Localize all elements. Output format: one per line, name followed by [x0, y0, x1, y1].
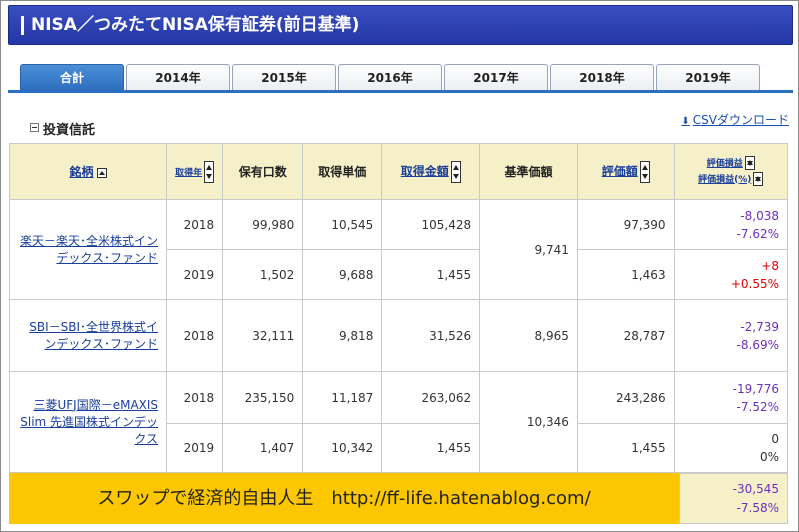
units-cell: 32,111: [222, 299, 304, 372]
total-pl-pct-value: -7.58%: [736, 501, 779, 515]
acq-amount-cell: 31,526: [381, 299, 481, 372]
valuation-cell: 28,787: [576, 299, 675, 372]
col-acq-price: 取得単価: [302, 143, 383, 200]
col-acq-amount: 取得金額: [381, 143, 481, 200]
tab-2019[interactable]: 2019年: [656, 64, 760, 90]
sort-name-link[interactable]: 銘柄: [70, 165, 94, 179]
units-cell: 235,150: [222, 371, 304, 424]
base-price-cell: 8,965: [479, 299, 578, 372]
tab-2015[interactable]: 2015年: [232, 64, 336, 90]
sort-acq-amount-icon[interactable]: [450, 160, 461, 183]
col-name: 銘柄: [8, 143, 168, 200]
table-row: SBI－SBI･全世界株式インデックス･ファンド 2018 32,111 9,8…: [8, 299, 789, 372]
section-title: 投資信託: [43, 123, 96, 138]
year-cell: 2018: [166, 199, 224, 250]
fund-name-link[interactable]: SBI－SBI･全世界株式インデックス･ファンド: [29, 320, 158, 351]
base-price-cell: 9,741: [479, 199, 578, 300]
pl-pct-value: -7.52%: [736, 399, 779, 414]
valuation-cell: 1,455: [576, 423, 675, 473]
acq-amount-cell: 263,062: [381, 371, 481, 424]
section-header: 投資信託: [30, 119, 95, 138]
sort-valuation-link[interactable]: 評価額: [602, 164, 638, 178]
col-pl: 評価損益 評価損益(%): [673, 143, 789, 200]
tab-total[interactable]: 合計: [20, 64, 124, 90]
total-pl-cell: -30,545 -7.58%: [679, 473, 788, 524]
csv-download-link[interactable]: ⬇ CSVダウンロード: [681, 111, 789, 128]
units-cell: 1,407: [222, 423, 304, 473]
fund-name-link[interactable]: 三菱UFJ国際－eMAXIS Slim 先進国株式インデックス: [20, 398, 158, 446]
table-row: 三菱UFJ国際－eMAXIS Slim 先進国株式インデックス 2018 235…: [8, 371, 789, 473]
tab-2018[interactable]: 2018年: [550, 64, 654, 90]
valuation-cell: 243,286: [576, 371, 675, 424]
units-cell: 1,502: [222, 249, 304, 300]
tab-2017[interactable]: 2017年: [444, 64, 548, 90]
tab-2014[interactable]: 2014年: [126, 64, 230, 90]
year-cell: 2019: [166, 249, 224, 300]
col-base-price: 基準価額: [479, 143, 578, 200]
acq-amount-cell: 1,455: [381, 423, 481, 473]
blog-banner: スワップで経済的自由人生 http://ff-life.hatenablog.c…: [9, 473, 679, 524]
units-cell: 99,980: [222, 199, 304, 250]
col-acq-year: 取得年: [166, 143, 224, 200]
holdings-table: 銘柄 取得年 保有口数 取得単価 取得金額 基準価額 評価額 評価損益 評価損益…: [8, 143, 789, 473]
acq-price-cell: 10,545: [302, 199, 383, 250]
pl-pct-value: 0%: [759, 450, 779, 464]
sort-valuation-icon[interactable]: [639, 160, 650, 183]
fund-name-cell: 三菱UFJ国際－eMAXIS Slim 先進国株式インデックス: [8, 371, 168, 473]
sort-acq-amount-link[interactable]: 取得金額: [401, 164, 449, 178]
pl-cell: -2,739 -8.69%: [673, 299, 789, 372]
base-price-cell: 10,346: [479, 371, 578, 473]
fund-name-link[interactable]: 楽天－楽天･全米株式インデックス･ファンド: [20, 234, 158, 265]
sort-year-link[interactable]: 取得年: [175, 168, 202, 178]
fund-name-cell: 楽天－楽天･全米株式インデックス･ファンド: [8, 199, 168, 300]
sort-name-icon[interactable]: [96, 167, 107, 178]
acq-price-cell: 9,688: [302, 249, 383, 300]
csv-download-label: CSVダウンロード: [692, 113, 789, 127]
year-cell: 2018: [166, 299, 224, 372]
pl-pct-value: +0.55%: [730, 276, 779, 291]
year-cell: 2018: [166, 371, 224, 424]
pl-pct-value: -7.62%: [736, 226, 779, 241]
tab-2016[interactable]: 2016年: [338, 64, 442, 90]
sort-pl-pct-icon[interactable]: [753, 172, 764, 186]
pl-cell: -8,038 -7.62%: [673, 199, 789, 250]
pl-pct-value: -8.69%: [736, 337, 779, 352]
sort-year-icon[interactable]: [204, 160, 215, 183]
page-title: NISA／つみたてNISA保有証券(前日基準): [8, 5, 793, 45]
fund-name-cell: SBI－SBI･全世界株式インデックス･ファンド: [8, 299, 168, 372]
acq-amount-cell: 105,428: [381, 199, 481, 250]
col-valuation: 評価額: [576, 143, 675, 200]
acq-price-cell: 10,342: [302, 423, 383, 473]
sort-pl-icon[interactable]: [744, 156, 755, 170]
pl-cell: -19,776 -7.52%: [673, 371, 789, 424]
acq-price-cell: 9,818: [302, 299, 383, 372]
sort-pl-pct-link[interactable]: 評価損益(%): [698, 175, 751, 185]
pl-cell: 0 0%: [673, 423, 789, 473]
collapse-icon[interactable]: [30, 123, 39, 132]
table-header-row: 銘柄 取得年 保有口数 取得単価 取得金額 基準価額 評価額 評価損益 評価損益…: [8, 143, 789, 200]
acq-amount-cell: 1,455: [381, 249, 481, 300]
tab-underline: [8, 90, 793, 93]
pl-value: -2,739: [740, 319, 779, 334]
col-units: 保有口数: [222, 143, 304, 200]
year-cell: 2019: [166, 423, 224, 473]
valuation-cell: 97,390: [576, 199, 675, 250]
valuation-cell: 1,463: [576, 249, 675, 300]
pl-value: 0: [771, 432, 779, 446]
pl-value: -19,776: [732, 381, 779, 396]
pl-value: +8: [761, 258, 779, 273]
sort-pl-link[interactable]: 評価損益: [707, 159, 743, 169]
year-tabs: 合計 2014年 2015年 2016年 2017年 2018年 2019年: [20, 64, 760, 90]
table-row: 楽天－楽天･全米株式インデックス･ファンド 2018 99,980 10,545…: [8, 199, 789, 300]
download-arrow-icon: ⬇: [681, 116, 690, 127]
pl-value: -8,038: [740, 208, 779, 223]
pl-cell: +8 +0.55%: [673, 249, 789, 300]
total-pl-value: -30,545: [732, 482, 779, 496]
acq-price-cell: 11,187: [302, 371, 383, 424]
